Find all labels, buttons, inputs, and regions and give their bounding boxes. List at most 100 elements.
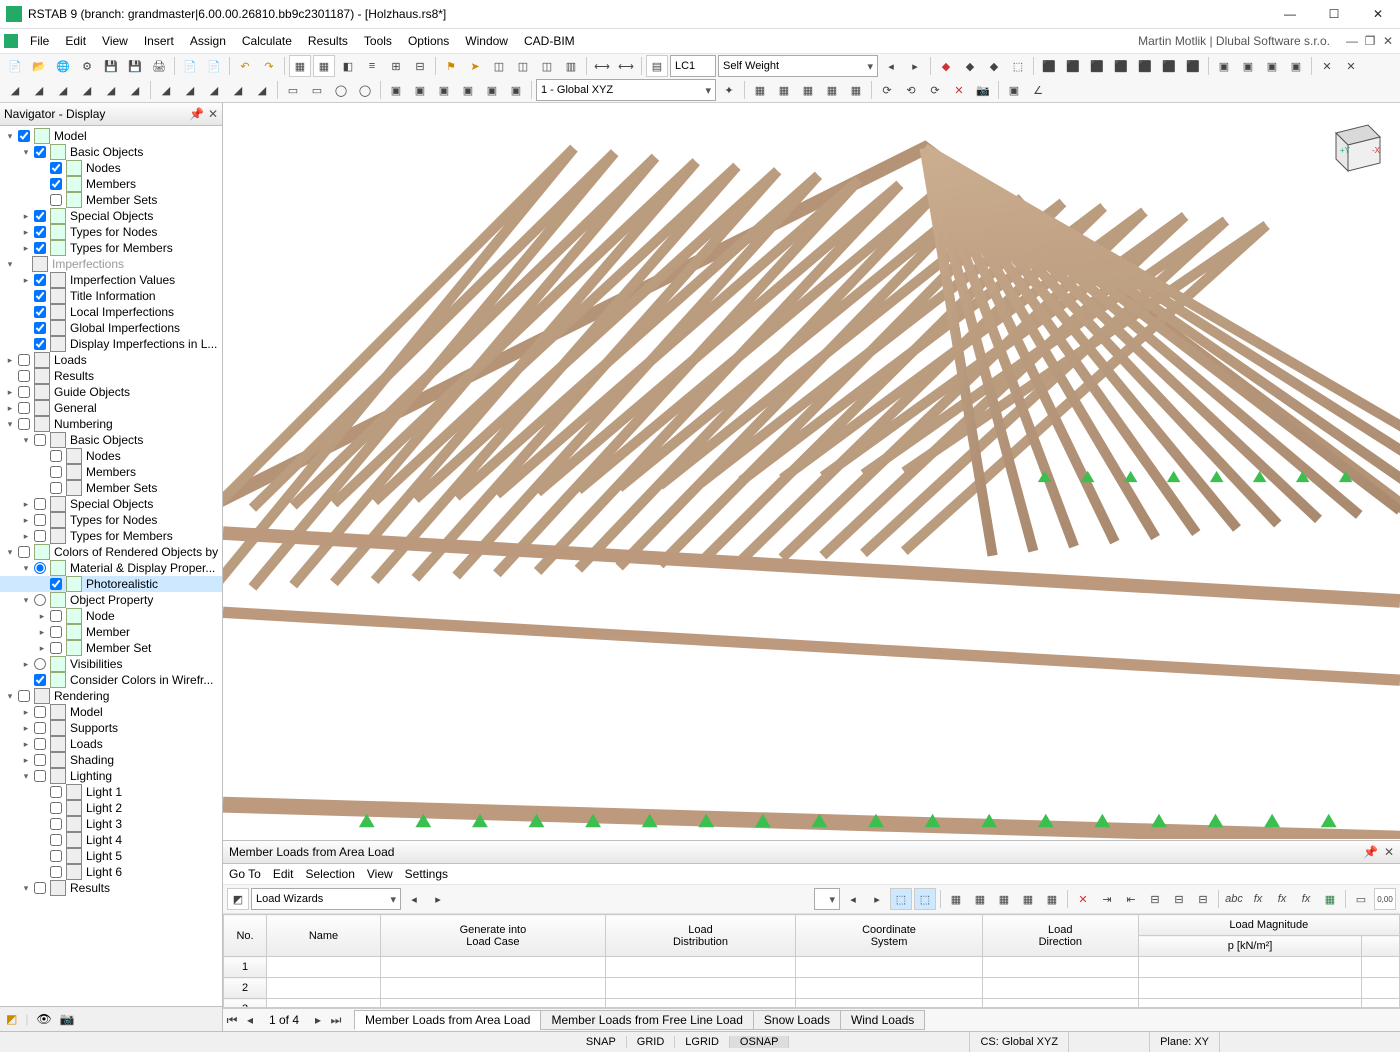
tree-item[interactable]: ▾Basic Objects <box>0 144 222 160</box>
tb-open-icon[interactable]: 📂 <box>28 55 50 77</box>
tb2-e-icon[interactable]: ◢ <box>100 79 122 101</box>
tree-item[interactable]: Nodes <box>0 448 222 464</box>
tb-grid1-icon[interactable]: ▦ <box>289 55 311 77</box>
tb2-m3-icon[interactable]: ⟳ <box>924 79 946 101</box>
tree-checkbox[interactable] <box>34 498 46 510</box>
cell[interactable] <box>796 999 983 1009</box>
tree-checkbox[interactable] <box>50 786 62 798</box>
tree-checkbox[interactable] <box>50 466 62 478</box>
maximize-button[interactable]: ☐ <box>1312 0 1356 28</box>
tb2-c-icon[interactable]: ◢ <box>52 79 74 101</box>
tb-new-icon[interactable]: 📄 <box>4 55 26 77</box>
tb-next-icon[interactable]: ▸ <box>904 55 926 77</box>
doc-restore-icon[interactable]: ❐ <box>1362 34 1378 48</box>
menu-file[interactable]: File <box>22 32 57 50</box>
tree-item[interactable]: Light 4 <box>0 832 222 848</box>
tree-item[interactable]: ▾Basic Objects <box>0 432 222 448</box>
close-button[interactable]: ✕ <box>1356 0 1400 28</box>
tree-item[interactable]: ▸Types for Members <box>0 528 222 544</box>
tree-item[interactable]: ▸Guide Objects <box>0 384 222 400</box>
tb2-j-icon[interactable]: ◢ <box>227 79 249 101</box>
bp-tab[interactable]: Member Loads from Free Line Load <box>540 1010 753 1030</box>
tree-checkbox[interactable] <box>50 450 62 462</box>
tree-checkbox[interactable] <box>18 402 30 414</box>
cell[interactable] <box>1138 999 1362 1009</box>
tb-g6-icon[interactable]: ⬛ <box>1158 55 1180 77</box>
tree-item[interactable]: ▾Material & Display Proper... <box>0 560 222 576</box>
tree-radio[interactable] <box>34 562 46 574</box>
tb-tool-d-icon[interactable]: ⊟ <box>409 55 431 77</box>
menu-cad-bim[interactable]: CAD-BIM <box>516 32 583 50</box>
tb2-m-icon[interactable]: ▭ <box>306 79 328 101</box>
tb2-v3-icon[interactable]: ▦ <box>797 79 819 101</box>
cell[interactable] <box>380 957 605 978</box>
tree-checkbox[interactable] <box>34 210 46 222</box>
tb-loadcase-icon[interactable]: ▤ <box>646 55 668 77</box>
tb2-b-icon[interactable]: ◢ <box>28 79 50 101</box>
tree-checkbox[interactable] <box>50 626 62 638</box>
tb-g1-icon[interactable]: ⬛ <box>1038 55 1060 77</box>
row-header[interactable]: 3 <box>224 999 267 1009</box>
tb2-l-icon[interactable]: ▭ <box>282 79 304 101</box>
tb-print-icon[interactable]: 🖨 <box>148 55 170 77</box>
tree-item[interactable]: ▸Supports <box>0 720 222 736</box>
tb-view2-icon[interactable]: ▣ <box>1237 55 1259 77</box>
tb2-o-icon[interactable]: ◯ <box>354 79 376 101</box>
tree-checkbox[interactable] <box>34 882 46 894</box>
tree-item[interactable]: ▸Types for Members <box>0 240 222 256</box>
tree-checkbox[interactable] <box>18 418 30 430</box>
tb-x1-icon[interactable]: ✕ <box>1316 55 1338 77</box>
cell[interactable] <box>796 957 983 978</box>
tb2-f-icon[interactable]: ◢ <box>124 79 146 101</box>
tree-checkbox[interactable] <box>34 274 46 286</box>
tree-item[interactable]: ▸Loads <box>0 736 222 752</box>
tree-item[interactable]: ▸Shading <box>0 752 222 768</box>
tb2-cs1-icon[interactable]: ✦ <box>718 79 740 101</box>
tree-checkbox[interactable] <box>50 802 62 814</box>
bp-menu-view[interactable]: View <box>367 867 393 881</box>
cell[interactable] <box>267 957 381 978</box>
tb2-r-icon[interactable]: ▣ <box>433 79 455 101</box>
tb2-e1-icon[interactable]: ▣ <box>1003 79 1025 101</box>
bp-next-icon[interactable]: ▸ <box>427 888 449 910</box>
tree-checkbox[interactable] <box>34 738 46 750</box>
bp-nav-r-icon[interactable]: ▸ <box>866 888 888 910</box>
tb-g3-icon[interactable]: ⬛ <box>1086 55 1108 77</box>
bp-tab[interactable]: Member Loads from Area Load <box>354 1010 541 1030</box>
tree-checkbox[interactable] <box>50 194 62 206</box>
tree-item[interactable]: ▾Results <box>0 880 222 896</box>
tree-checkbox[interactable] <box>50 162 62 174</box>
table-row[interactable]: 2 <box>224 978 1400 999</box>
cell[interactable] <box>982 999 1138 1009</box>
tree-checkbox[interactable] <box>18 386 30 398</box>
loadcase-code-combo[interactable]: LC1 <box>670 55 716 77</box>
tree-item[interactable]: Local Imperfections <box>0 304 222 320</box>
bp-t2-icon[interactable]: ▦ <box>969 888 991 910</box>
cell[interactable] <box>380 999 605 1009</box>
page-first-icon[interactable]: ⏮ <box>223 1013 241 1028</box>
tb-tool-b-icon[interactable]: ≡ <box>361 55 383 77</box>
expand-icon[interactable]: ▸ <box>36 627 48 638</box>
bp-menu-go-to[interactable]: Go To <box>229 867 261 881</box>
tree-item[interactable]: ▾Object Property <box>0 592 222 608</box>
bp-unit-icon[interactable]: ▭ <box>1350 888 1372 910</box>
bp-e1-icon[interactable]: ⇥ <box>1096 888 1118 910</box>
tree-item[interactable]: ▾Rendering <box>0 688 222 704</box>
bp-fn-abc-icon[interactable]: abc <box>1223 888 1245 910</box>
col-header[interactable]: Load Magnitude <box>1138 915 1399 936</box>
tb2-t-icon[interactable]: ▣ <box>481 79 503 101</box>
tree-item[interactable]: ▸General <box>0 400 222 416</box>
app-menu-icon[interactable] <box>4 34 18 48</box>
tree-item[interactable]: ▸Member Set <box>0 640 222 656</box>
bottom-panel-pin-icon[interactable]: 📌 <box>1363 845 1378 859</box>
tb2-a-icon[interactable]: ◢ <box>4 79 26 101</box>
navigator-pin-icon[interactable]: 📌 <box>189 107 204 121</box>
nav-bot-cam-icon[interactable]: 📷 <box>60 1012 75 1026</box>
tb-r1-icon[interactable]: ◆ <box>935 55 957 77</box>
tb-view4-icon[interactable]: ▣ <box>1285 55 1307 77</box>
tree-item[interactable]: Light 5 <box>0 848 222 864</box>
bp-menu-settings[interactable]: Settings <box>405 867 448 881</box>
tb2-p-icon[interactable]: ▣ <box>385 79 407 101</box>
tree-checkbox[interactable] <box>34 674 46 686</box>
tb2-h-icon[interactable]: ◢ <box>179 79 201 101</box>
